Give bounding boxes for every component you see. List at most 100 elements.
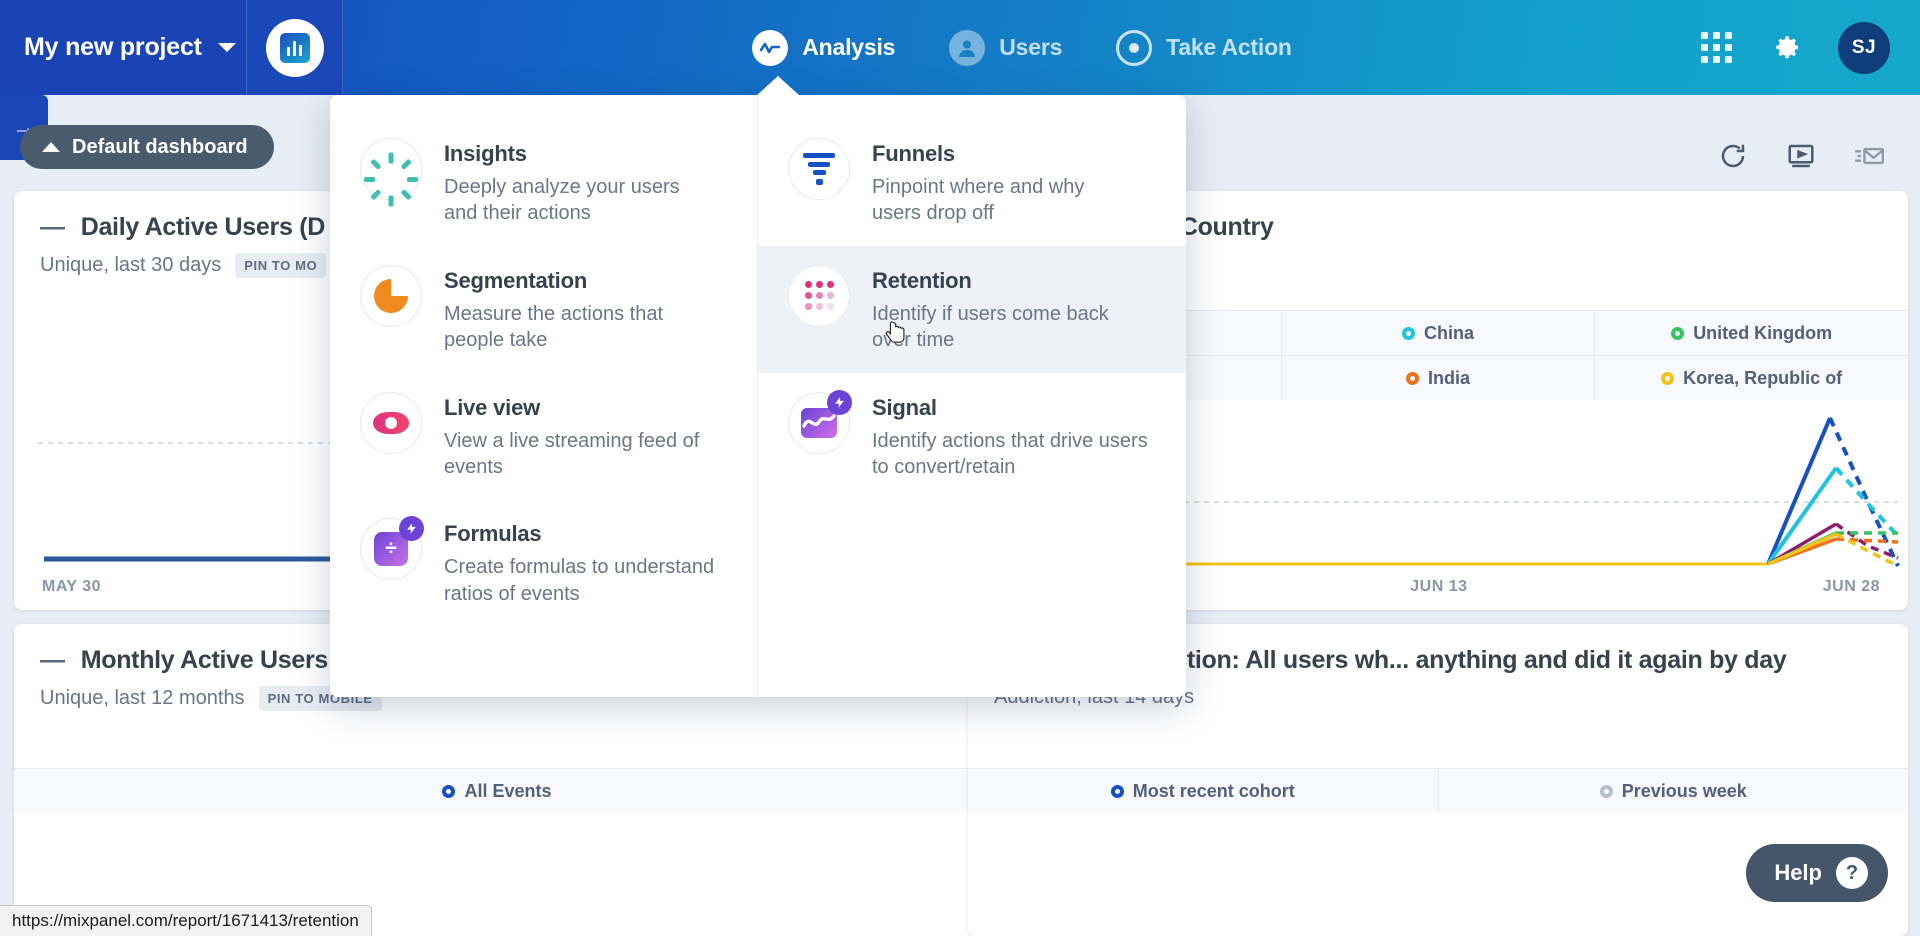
presentation-icon[interactable] — [1786, 141, 1816, 171]
legend-label: United Kingdom — [1693, 322, 1833, 343]
menu-item-insights[interactable]: Insights Deeply analyze your users and t… — [330, 119, 757, 246]
nav-item-users[interactable]: Users — [949, 0, 1062, 95]
nav-item-take-action[interactable]: Take Action — [1116, 0, 1292, 95]
menu-item-text: Live view View a live streaming feed of … — [444, 392, 706, 481]
menu-item-text: Signal Identify actions that drive users… — [872, 392, 1152, 481]
nav-label: Analysis — [802, 34, 896, 60]
nav-label: Take Action — [1166, 34, 1292, 60]
lightning-bolt-icon — [827, 389, 852, 415]
axis-label: JUN 28 — [1822, 578, 1880, 595]
dot-grid-icon — [788, 264, 850, 327]
wave-icon — [788, 389, 852, 454]
top-navigation-bar: My new project Analysis Users Take Actio… — [0, 0, 1920, 95]
legend-item-previous-week[interactable]: Previous week — [1439, 769, 1909, 813]
legend-item[interactable]: China — [1282, 311, 1596, 355]
legend-item[interactable]: India — [1282, 356, 1596, 400]
main-nav-items: Analysis Users Take Action — [343, 0, 1701, 95]
retention-legend: Most recent cohort Previous week — [968, 768, 1908, 813]
menu-item-description: View a live streaming feed of events — [444, 429, 700, 478]
nav-right-actions: SJ — [1701, 21, 1920, 74]
analysis-mega-menu: Insights Deeply analyze your users and t… — [330, 76, 1186, 697]
legend-dot — [1110, 784, 1124, 798]
mau-legend: All Events — [14, 768, 980, 813]
menu-item-text: Retention Identify if users come back ov… — [872, 265, 1148, 354]
menu-item-label: Funnels — [872, 141, 955, 166]
menu-pointer-arrow — [756, 76, 800, 96]
menu-item-description: Create formulas to understand ratios of … — [444, 556, 715, 605]
insights-burst-icon — [360, 138, 422, 207]
triangle-up-icon — [42, 142, 60, 152]
legend-dot — [1661, 371, 1675, 385]
menu-item-text: Formulas Create formulas to understand r… — [444, 518, 727, 607]
legend-dot — [1671, 326, 1685, 340]
menu-item-label: Insights — [444, 141, 527, 166]
card-title-text: Daily Active Users (D — [80, 213, 326, 241]
axis-label: JUN 13 — [1410, 578, 1468, 595]
menu-item-text: Funnels Pinpoint where and why users dro… — [872, 138, 1134, 227]
gear-icon[interactable] — [1768, 31, 1802, 65]
avatar-initials: SJ — [1851, 36, 1877, 58]
menu-item-segmentation[interactable]: Segmentation Measure the actions that pe… — [330, 246, 757, 373]
collapse-dash-icon: — — [40, 646, 65, 674]
help-button[interactable]: Help ? — [1746, 844, 1888, 902]
legend-dot — [1599, 784, 1613, 798]
pin-to-mobile-badge: PIN TO MO — [235, 253, 327, 278]
app-logo[interactable] — [247, 0, 343, 95]
menu-item-description: Identify if users come back over time — [872, 302, 1109, 352]
axis-label: MAY 30 — [42, 578, 102, 595]
menu-column-left: Insights Deeply analyze your users and t… — [330, 95, 758, 697]
legend-label: China — [1424, 322, 1475, 343]
legend-item[interactable]: United Kingdom — [1595, 311, 1908, 355]
dashboard-pill-label: Default dashboard — [72, 135, 248, 158]
divide-icon: ÷ — [360, 516, 424, 581]
avatar[interactable]: SJ — [1838, 21, 1890, 74]
funnel-icon — [788, 138, 850, 200]
project-name-label: My new project — [24, 33, 202, 61]
status-bar-url-text: https://mixpanel.com/report/1671413/rete… — [12, 911, 359, 930]
menu-item-label: Formulas — [444, 521, 542, 547]
refresh-icon[interactable] — [1718, 141, 1748, 171]
legend-dot — [442, 784, 456, 798]
status-bar-url: https://mixpanel.com/report/1671413/rete… — [0, 905, 372, 936]
menu-item-label: Retention — [872, 267, 972, 293]
menu-item-formulas[interactable]: ÷ Formulas Create formulas to understand… — [330, 499, 757, 626]
legend-item-all-events[interactable]: All Events — [14, 769, 980, 813]
menu-item-description: Pinpoint where and why users drop off — [872, 176, 1085, 225]
target-icon — [1116, 29, 1153, 66]
menu-item-text: Insights Deeply analyze your users and t… — [444, 138, 706, 227]
menu-item-label: Signal — [872, 394, 937, 420]
mouse-cursor-pointer-icon — [885, 321, 905, 343]
menu-column-right: Funnels Pinpoint where and why users dro… — [758, 95, 1186, 697]
legend-label: All Events — [464, 780, 552, 801]
default-dashboard-pill[interactable]: Default dashboard — [20, 125, 274, 169]
legend-item[interactable]: Korea, Republic of — [1595, 356, 1908, 400]
menu-item-live-view[interactable]: Live view View a live streaming feed of … — [330, 373, 757, 500]
menu-item-signal[interactable]: Signal Identify actions that drive users… — [758, 373, 1186, 500]
eye-icon — [360, 391, 422, 454]
email-icon[interactable] — [1854, 141, 1884, 171]
mixpanel-bars-logo-icon — [265, 18, 324, 77]
dashboard-actions — [1718, 141, 1884, 171]
menu-item-retention[interactable]: Retention Identify if users come back ov… — [758, 245, 1186, 373]
legend-dot — [1402, 326, 1415, 340]
question-mark-icon: ? — [1836, 857, 1868, 889]
lightning-bolt-icon — [399, 516, 424, 542]
menu-item-label: Live view — [444, 394, 541, 420]
pulse-icon — [752, 29, 789, 66]
legend-dot — [1406, 371, 1419, 385]
menu-item-label: Segmentation — [444, 267, 588, 293]
menu-item-funnels[interactable]: Funnels Pinpoint where and why users dro… — [758, 119, 1186, 246]
pie-chart-icon — [360, 264, 422, 327]
legend-label: Previous week — [1621, 780, 1747, 801]
grid-apps-icon[interactable] — [1701, 32, 1732, 63]
card-subtitle-text: Unique, last 12 months — [40, 687, 245, 709]
menu-item-description: Identify actions that drive users to con… — [872, 429, 1148, 478]
help-label: Help — [1774, 860, 1822, 885]
project-selector[interactable]: My new project — [0, 0, 247, 95]
menu-item-description: Measure the actions that people take — [444, 302, 664, 352]
legend-label: India — [1428, 367, 1471, 388]
legend-item-most-recent-cohort[interactable]: Most recent cohort — [968, 769, 1439, 813]
collapse-dash-icon: — — [40, 213, 65, 241]
card-subtitle-text: Unique, last 30 days — [40, 254, 222, 276]
chevron-down-icon — [217, 43, 236, 52]
